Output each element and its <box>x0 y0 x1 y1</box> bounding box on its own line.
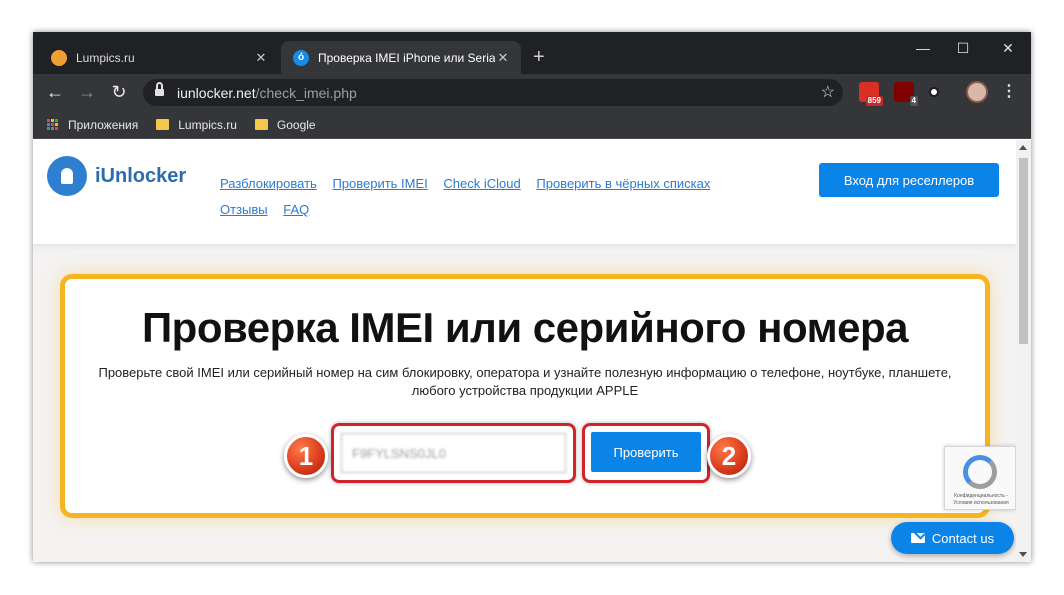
address-bar[interactable]: iunlocker.net /check_imei.php ☆ <box>143 79 843 106</box>
tab-title: Lumpics.ru <box>76 50 135 65</box>
close-icon[interactable]: ✕ <box>253 50 269 66</box>
browser-window: Lumpics.ru ✕ ó Проверка IMEI iPhone или … <box>33 32 1031 562</box>
reload-icon[interactable]: ↻ <box>108 82 130 104</box>
extension-badge: 859 <box>865 96 883 106</box>
tab-strip: Lumpics.ru ✕ ó Проверка IMEI iPhone или … <box>33 32 1031 74</box>
url-path: /check_imei.php <box>255 84 357 101</box>
imei-input-highlight: F9FYLSNS0JL0 <box>331 423 576 483</box>
scrollbar[interactable] <box>1016 140 1031 562</box>
back-arrow-icon[interactable]: ← <box>44 82 66 104</box>
orange-circle-icon <box>51 49 67 66</box>
recaptcha-icon <box>963 455 997 489</box>
page-viewport: iUnlocker Разблокировать Проверить IMEI … <box>33 140 1031 562</box>
maximize-button[interactable]: ☐ <box>948 39 978 59</box>
iunlocker-icon: ó <box>293 49 309 66</box>
close-icon[interactable]: ✕ <box>495 50 511 66</box>
eye-extension-icon[interactable] <box>924 82 944 102</box>
site-header: iUnlocker Разблокировать Проверить IMEI … <box>33 140 1016 244</box>
apps-grid-icon <box>47 118 59 131</box>
site-nav: Разблокировать Проверить IMEI Check iClo… <box>220 171 780 223</box>
page-subtitle: Проверьте свой IMEI или серийный номер н… <box>85 364 965 400</box>
contact-us-button[interactable]: Contact us <box>891 522 1014 554</box>
extension-badge: 4 <box>909 96 918 106</box>
mail-icon <box>910 533 925 543</box>
subtitle-line: любого устройства продукции APPLE <box>411 383 639 398</box>
site-logo[interactable]: iUnlocker <box>47 156 186 196</box>
logo-text: iUnlocker <box>95 164 187 187</box>
subtitle-line: Проверьте свой IMEI или серийный номер н… <box>98 365 952 380</box>
nav-check-imei[interactable]: Проверить IMEI <box>332 176 427 191</box>
bookmark-google[interactable]: Google <box>254 117 316 132</box>
reseller-login-button[interactable]: Вход для реселлеров <box>819 163 999 197</box>
page-title: Проверка IMEI или серийного номера <box>141 304 909 351</box>
bookmark-label: Google <box>276 117 316 132</box>
lock-icon <box>155 82 164 98</box>
avatar[interactable] <box>966 81 988 103</box>
scroll-up-icon[interactable] <box>1019 145 1027 150</box>
nav-blacklist[interactable]: Проверить в чёрных списках <box>536 176 710 191</box>
bookmark-star-icon[interactable]: ☆ <box>821 82 835 102</box>
contact-label: Contact us <box>931 530 995 546</box>
iunlocker-logo-icon <box>47 156 87 196</box>
new-tab-button[interactable]: + <box>533 45 545 69</box>
check-button[interactable]: Проверить <box>591 432 701 472</box>
folder-icon <box>156 119 170 130</box>
nav-check-icloud[interactable]: Check iCloud <box>443 176 520 191</box>
bookmark-apps[interactable]: Приложения <box>47 118 138 132</box>
tab-title: Проверка IMEI iPhone или Serial <box>318 50 495 65</box>
check-button-highlight: Проверить <box>582 423 710 483</box>
recaptcha-text: Конфиденциальность - Условия использован… <box>953 493 1009 506</box>
ublock-extension-icon[interactable]: 4 <box>894 82 918 106</box>
tab-lumpics[interactable]: Lumpics.ru ✕ <box>39 41 279 74</box>
bookmark-label: Lumpics.ru <box>178 117 237 132</box>
imei-input[interactable]: F9FYLSNS0JL0 <box>341 433 566 473</box>
url-host: iunlocker.net <box>177 84 256 101</box>
bookmark-lumpics[interactable]: Lumpics.ru <box>156 118 237 132</box>
step-marker-1: 1 <box>284 434 328 478</box>
scroll-thumb[interactable] <box>1019 158 1028 344</box>
step-marker-2: 2 <box>707 434 751 478</box>
forward-arrow-icon[interactable]: → <box>76 82 98 104</box>
nav-faq[interactable]: FAQ <box>283 202 309 217</box>
minimize-button[interactable]: — <box>908 39 938 59</box>
gmail-extension-icon[interactable]: 859 <box>859 82 883 106</box>
nav-unlock[interactable]: Разблокировать <box>220 176 317 191</box>
folder-icon <box>254 119 268 130</box>
close-window-button[interactable]: ✕ <box>993 39 1023 59</box>
bookmark-label: Приложения <box>68 117 139 132</box>
scroll-down-icon[interactable] <box>1019 552 1027 557</box>
nav-reviews[interactable]: Отзывы <box>220 202 268 217</box>
tab-iunlocker[interactable]: ó Проверка IMEI iPhone или Serial ✕ <box>281 41 521 74</box>
more-menu-icon[interactable]: ⋮ <box>1001 83 1017 101</box>
browser-toolbar: ← → ↻ iunlocker.net /check_imei.php ☆ 85… <box>33 74 1031 111</box>
recaptcha-badge[interactable]: Конфиденциальность - Условия использован… <box>944 446 1016 510</box>
bookmarks-bar: Приложения Lumpics.ru Google <box>33 111 1031 139</box>
